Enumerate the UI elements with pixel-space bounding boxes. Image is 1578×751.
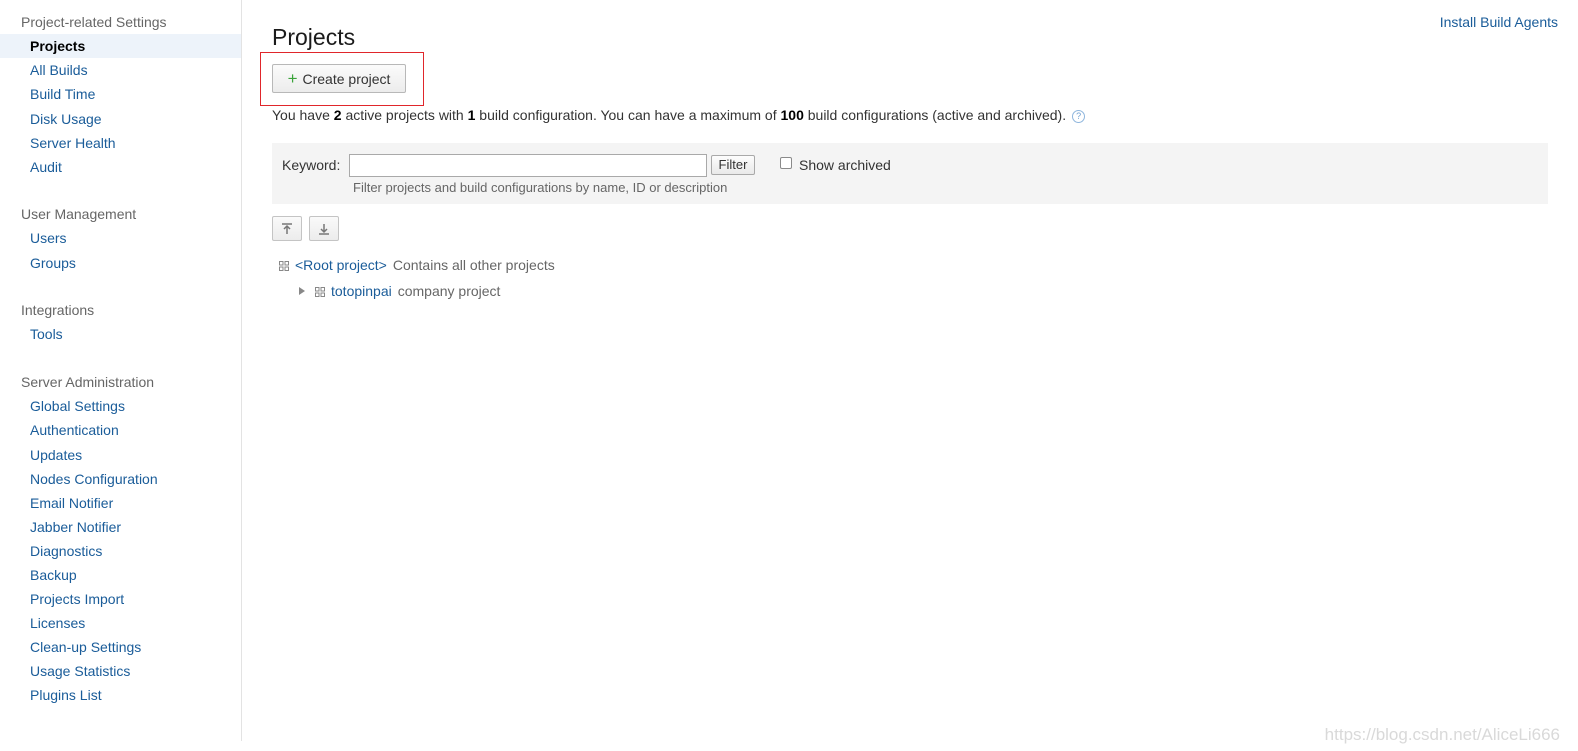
expand-all-icon (319, 223, 329, 235)
max-configs-count: 100 (780, 107, 804, 123)
root-project-description: Contains all other projects (392, 257, 555, 273)
collapse-all-button[interactable] (272, 216, 302, 241)
active-projects-count: 2 (333, 107, 342, 123)
sidebar: Project-related Settings Projects All Bu… (0, 0, 242, 741)
sidebar-item-users[interactable]: Users (0, 226, 241, 250)
sidebar-item-email-notifier[interactable]: Email Notifier (0, 491, 241, 515)
sidebar-item-clean-up-settings[interactable]: Clean-up Settings (0, 635, 241, 659)
show-archived-checkbox[interactable] (780, 157, 792, 169)
expand-arrow-icon[interactable] (299, 287, 305, 295)
sidebar-item-build-time[interactable]: Build Time (0, 82, 241, 106)
help-icon[interactable]: ? (1072, 110, 1086, 123)
sidebar-item-tools[interactable]: Tools (0, 322, 241, 346)
sidebar-item-diagnostics[interactable]: Diagnostics (0, 539, 241, 563)
sidebar-group-title: Integrations (21, 302, 95, 318)
sidebar-group-title: Server Administration (21, 374, 155, 390)
summary-text: active projects with (341, 107, 468, 123)
summary-text: You have (272, 107, 334, 123)
sidebar-item-backup[interactable]: Backup (0, 563, 241, 587)
sidebar-item-all-builds[interactable]: All Builds (0, 58, 241, 82)
plus-icon: + (287, 68, 298, 88)
sidebar-item-licenses[interactable]: Licenses (0, 611, 241, 635)
expand-all-button[interactable] (309, 216, 339, 241)
tree-row-root: <Root project> Contains all other project… (279, 257, 555, 273)
sidebar-item-plugins-list[interactable]: Plugins List (0, 683, 241, 707)
sidebar-item-nodes-configuration[interactable]: Nodes Configuration (0, 467, 241, 491)
sidebar-item-global-settings[interactable]: Global Settings (0, 394, 241, 418)
project-icon (315, 287, 325, 297)
page-title: Projects (272, 24, 356, 50)
sidebar-group-title: User Management (21, 206, 137, 222)
sidebar-item-audit[interactable]: Audit (0, 155, 241, 179)
project-link[interactable]: totopinpai (331, 283, 392, 299)
keyword-input[interactable] (349, 154, 707, 177)
sidebar-item-groups[interactable]: Groups (0, 251, 241, 275)
sidebar-item-updates[interactable]: Updates (0, 443, 241, 467)
filter-hint: Filter projects and build configurations… (353, 180, 728, 195)
sidebar-item-server-health[interactable]: Server Health (0, 131, 241, 155)
summary-text: build configurations (active and archive… (803, 107, 1067, 123)
sidebar-item-jabber-notifier[interactable]: Jabber Notifier (0, 515, 241, 539)
sidebar-item-disk-usage[interactable]: Disk Usage (0, 107, 241, 131)
install-build-agents-link[interactable]: Install Build Agents (1440, 14, 1558, 30)
project-summary: You have 2 active projects with 1 build … (272, 107, 1086, 123)
show-archived-label[interactable]: Show archived (799, 157, 891, 173)
main-content: Projects Install Build Agents + Create p… (242, 0, 1578, 751)
watermark: https://blog.csdn.net/AliceLi666 (1324, 725, 1560, 744)
filter-panel: Keyword: Filter Show archived Filter pro… (272, 143, 1548, 204)
sidebar-item-projects-import[interactable]: Projects Import (0, 587, 241, 611)
sidebar-item-authentication[interactable]: Authentication (0, 418, 241, 442)
create-project-button[interactable]: + Create project (272, 64, 406, 93)
project-description: company project (397, 283, 501, 299)
collapse-all-icon (282, 222, 292, 234)
sidebar-item-projects[interactable]: Projects (0, 34, 241, 58)
keyword-label: Keyword: (282, 157, 341, 173)
sidebar-item-usage-statistics[interactable]: Usage Statistics (0, 659, 241, 683)
root-project-link[interactable]: <Root project> (295, 257, 387, 273)
project-icon (279, 261, 289, 271)
sidebar-group-title: Project-related Settings (21, 14, 167, 30)
summary-text: build configuration. You can have a maxi… (475, 107, 781, 123)
filter-button[interactable]: Filter (711, 155, 755, 175)
tree-row-project: totopinpai company project (299, 283, 500, 299)
create-project-label: Create project (302, 70, 391, 87)
